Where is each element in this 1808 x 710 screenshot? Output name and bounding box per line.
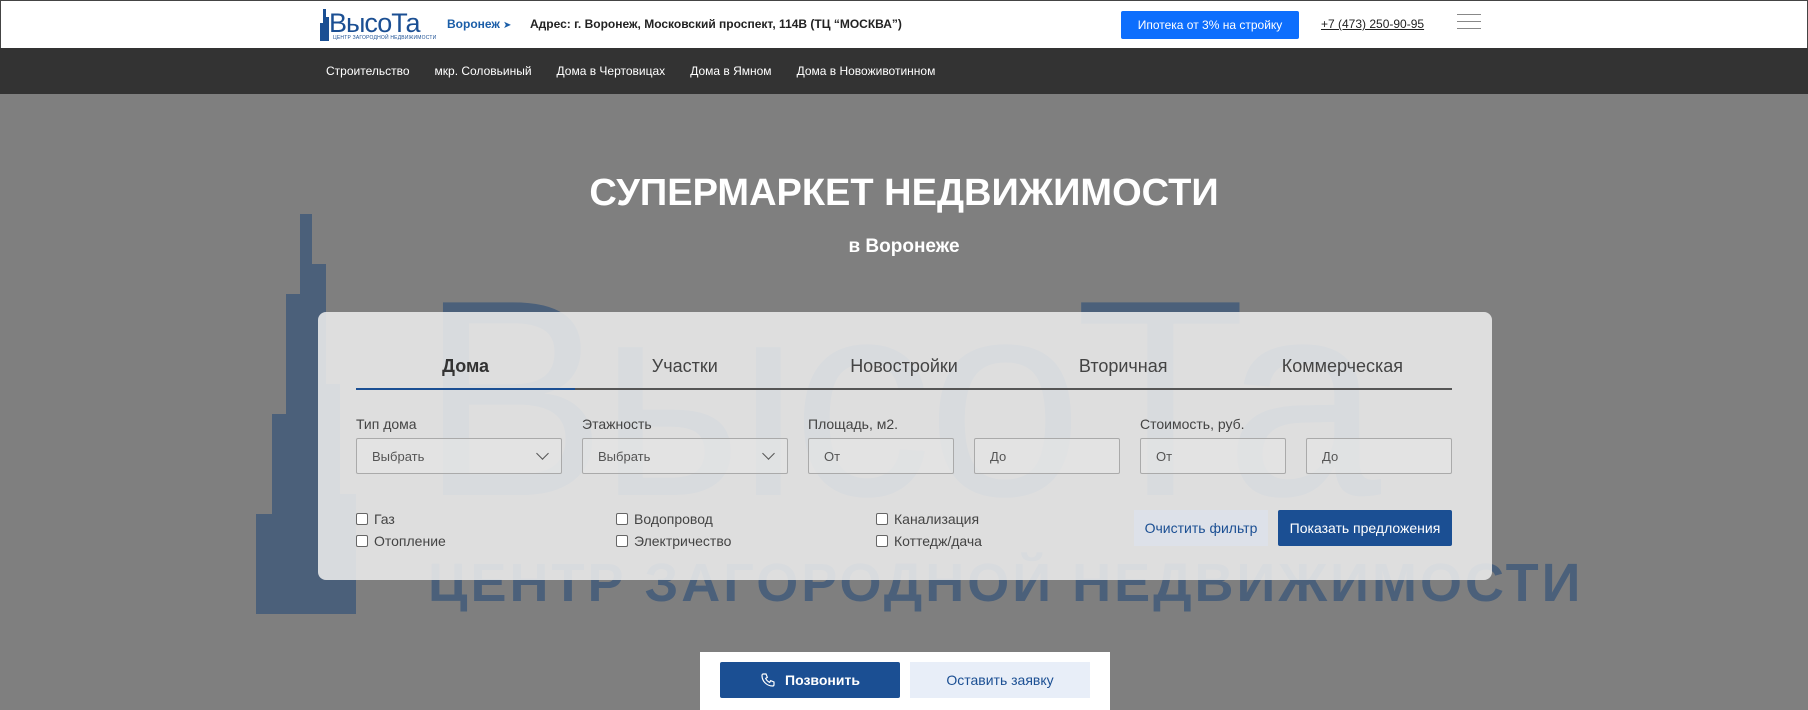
area-from-input[interactable]: От: [808, 438, 954, 474]
show-offers-button[interactable]: Показать предложения: [1278, 510, 1452, 546]
house-type-value: Выбрать: [372, 449, 425, 464]
price-label: Стоимость, руб.: [1140, 416, 1245, 432]
chevron-down-icon: [536, 447, 549, 460]
address-text: Адрес: г. Воронеж, Московский проспект, …: [530, 17, 902, 31]
call-button-label: Позвонить: [785, 672, 860, 688]
tab-secondary[interactable]: Вторичная: [1014, 354, 1233, 388]
checkbox-electricity[interactable]: Электричество: [616, 533, 731, 549]
logo-subtitle: ЦЕНТР ЗАГОРОДНОЙ НЕДВИЖИМОСТИ: [333, 35, 437, 41]
location-arrow-icon: ➤: [502, 20, 512, 31]
checkbox-water[interactable]: Водопровод: [616, 511, 713, 527]
area-to-input[interactable]: До: [974, 438, 1120, 474]
price-from-input[interactable]: От: [1140, 438, 1286, 474]
main-nav: Строительство мкр. Соловьиный Дома в Чер…: [0, 48, 1808, 94]
floors-value: Выбрать: [598, 449, 651, 464]
logo-text: ВысоТа: [329, 8, 421, 38]
phone-icon: [761, 673, 775, 687]
checkbox-sewerage[interactable]: Канализация: [876, 511, 979, 527]
call-button[interactable]: Позвонить: [720, 662, 900, 698]
hero-subtitle: в Воронеже: [848, 236, 960, 257]
nav-item-construction[interactable]: Строительство: [326, 64, 410, 78]
nav-item-yamnoe[interactable]: Дома в Ямном: [690, 64, 771, 78]
tab-plots[interactable]: Участки: [575, 354, 794, 388]
phone-link[interactable]: +7 (473) 250-90-95: [1321, 17, 1424, 31]
site-header: ВысоТа ЦЕНТР ЗАГОРОДНОЙ НЕДВИЖИМОСТИ Вор…: [0, 0, 1808, 48]
checkbox-label: Водопровод: [634, 511, 713, 527]
nav-item-chertovitsy[interactable]: Дома в Чертовицах: [557, 64, 666, 78]
search-filter-panel: Дома Участки Новостройки Вторичная Комме…: [318, 312, 1492, 580]
checkbox-box[interactable]: [356, 535, 368, 547]
house-type-select[interactable]: Выбрать: [356, 438, 562, 474]
checkbox-label: Канализация: [894, 511, 980, 527]
house-type-label: Тип дома: [356, 416, 417, 432]
nav-item-solovyiny[interactable]: мкр. Соловьиный: [435, 64, 532, 78]
floors-select[interactable]: Выбрать: [582, 438, 788, 474]
floors-label: Этажность: [582, 416, 652, 432]
logo[interactable]: ВысоТа ЦЕНТР ЗАГОРОДНОЙ НЕДВИЖИМОСТИ: [319, 8, 436, 43]
hero-section: ВысоТа ЦЕНТР ЗАГОРОДНОЙ НЕДВИЖИМОСТИ СУП…: [0, 94, 1808, 710]
checkbox-cottage[interactable]: Коттедж/дача: [876, 533, 982, 549]
checkbox-box[interactable]: [616, 535, 628, 547]
checkbox-gas[interactable]: Газ: [356, 511, 395, 527]
checkbox-box[interactable]: [356, 513, 368, 525]
city-selector[interactable]: Воронеж ➤: [447, 17, 511, 31]
city-label: Воронеж: [447, 17, 500, 31]
property-tabs: Дома Участки Новостройки Вторичная Комме…: [356, 354, 1452, 390]
mortgage-promo-button[interactable]: Ипотека от 3% на стройку: [1121, 11, 1299, 39]
clear-filter-button[interactable]: Очистить фильтр: [1134, 510, 1268, 546]
menu-icon[interactable]: [1457, 14, 1481, 34]
checkbox-heating[interactable]: Отопление: [356, 533, 446, 549]
checkbox-label: Коттедж/дача: [894, 533, 982, 549]
tab-new-buildings[interactable]: Новостройки: [794, 354, 1013, 388]
nav-item-novozhivotinnoe[interactable]: Дома в Новоживотинном: [797, 64, 936, 78]
request-button[interactable]: Оставить заявку: [910, 662, 1090, 698]
checkbox-label: Отопление: [374, 533, 446, 549]
tab-commercial[interactable]: Коммерческая: [1233, 354, 1452, 388]
hero-title: СУПЕРМАРКЕТ НЕДВИЖИМОСТИ: [589, 172, 1219, 214]
tab-houses[interactable]: Дома: [356, 354, 576, 390]
checkbox-box[interactable]: [876, 535, 888, 547]
area-label: Площадь, м2.: [808, 416, 899, 432]
checkbox-label: Электричество: [634, 533, 732, 549]
checkbox-box[interactable]: [876, 513, 888, 525]
price-to-input[interactable]: До: [1306, 438, 1452, 474]
chevron-down-icon: [762, 447, 775, 460]
checkbox-label: Газ: [374, 511, 395, 527]
cta-bar: Позвонить Оставить заявку: [700, 652, 1110, 710]
checkbox-box[interactable]: [616, 513, 628, 525]
